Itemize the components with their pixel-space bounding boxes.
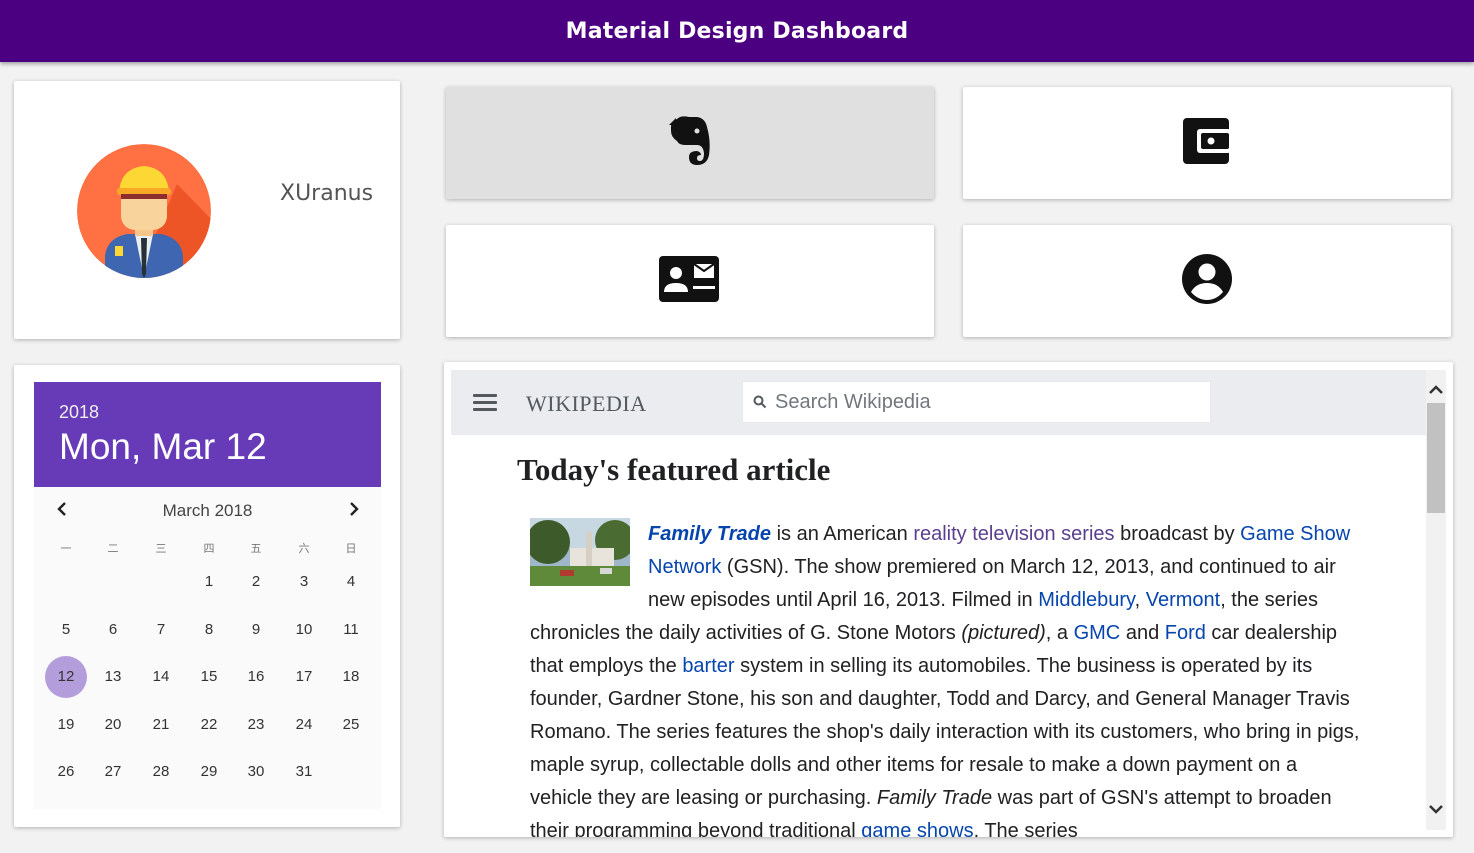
calendar-year[interactable]: 2018 [59, 402, 99, 423]
calendar-day[interactable]: 5 [45, 609, 87, 651]
search-icon [753, 395, 767, 409]
username: XUranus [280, 181, 374, 206]
calendar-day[interactable]: 8 [188, 609, 230, 651]
calendar-day[interactable]: 21 [140, 704, 182, 746]
worker-avatar-icon [77, 144, 211, 278]
text-span: , [1134, 589, 1146, 611]
app-bar: Material Design Dashboard [0, 0, 1474, 62]
text-span: broadcast by [1114, 523, 1241, 545]
calendar-day[interactable]: 29 [188, 751, 230, 793]
calendar-day-selected[interactable]: 12 [45, 656, 87, 698]
scrollbar-thumb[interactable] [1427, 403, 1445, 513]
calendar-day[interactable]: 19 [45, 704, 87, 746]
calendar-day[interactable]: 2 [235, 561, 277, 603]
wikipedia-search-box[interactable] [742, 381, 1211, 423]
app-title: Material Design Dashboard [565, 18, 909, 44]
scroll-down-button[interactable] [1427, 800, 1445, 818]
text-span: and [1120, 622, 1165, 644]
evernote-tile[interactable] [446, 87, 934, 199]
weekday-label: 五 [250, 543, 262, 555]
article-title-link[interactable]: Family Trade [648, 523, 771, 545]
calendar-day[interactable]: 10 [283, 609, 325, 651]
calendar-month-label: March 2018 [162, 501, 253, 520]
evernote-icon [667, 115, 713, 172]
calendar-day[interactable]: 27 [92, 751, 134, 793]
wallet-icon [1183, 117, 1231, 169]
link-gmc[interactable]: GMC [1074, 622, 1121, 644]
featured-article-text: Family Trade is an American reality tele… [530, 518, 1360, 837]
calendar-day[interactable]: 24 [283, 704, 325, 746]
calendar-card: 2018 Mon, Mar 12 March 2018 一二三四五六日12345… [14, 365, 400, 827]
chevron-up-icon [1429, 385, 1443, 394]
link-vermont[interactable]: Vermont [1146, 589, 1220, 611]
calendar-day[interactable]: 13 [92, 656, 134, 698]
text-span: system in selling its automobiles. The b… [530, 655, 1360, 809]
calendar-day[interactable]: 4 [330, 561, 372, 603]
profile-card: XUranus [14, 81, 400, 339]
calendar-day[interactable]: 14 [140, 656, 182, 698]
text-span: , a [1045, 622, 1074, 644]
wikipedia-logo[interactable]: WIKIPEDIA [526, 391, 647, 417]
calendar-header: 2018 Mon, Mar 12 [34, 382, 381, 487]
text-span: is an American [771, 523, 914, 545]
calendar-day[interactable]: 25 [330, 704, 372, 746]
calendar-day[interactable]: 31 [283, 751, 325, 793]
account-circle-icon [1182, 253, 1232, 309]
text-span: . The series [973, 820, 1078, 837]
calendar-day[interactable]: 20 [92, 704, 134, 746]
calendar-day[interactable]: 9 [235, 609, 277, 651]
link-middlebury[interactable]: Middlebury [1038, 589, 1134, 611]
wikipedia-search-input[interactable] [775, 390, 1205, 414]
scroll-up-button[interactable] [1427, 381, 1445, 399]
weekday-label: 一 [60, 543, 72, 555]
calendar-body: March 2018 一二三四五六日 1 2 3 4 5 6 7 8 9 10 11 12 13 14 15 1… [34, 487, 381, 809]
calendar-day[interactable]: 18 [330, 656, 372, 698]
calendar-day[interactable]: 15 [188, 656, 230, 698]
contact-mail-icon [659, 255, 721, 307]
calendar-day[interactable]: 22 [188, 704, 230, 746]
weekday-label: 六 [298, 543, 310, 555]
weekday-label: 二 [107, 543, 119, 555]
calendar-selected-date[interactable]: Mon, Mar 12 [59, 426, 267, 468]
calendar-day[interactable]: 16 [235, 656, 277, 698]
calendar-day[interactable]: 3 [283, 561, 325, 603]
calendar-day[interactable]: 26 [45, 751, 87, 793]
weekday-label: 三 [155, 543, 167, 555]
account-tile[interactable] [963, 225, 1451, 337]
wikipedia-header: WIKIPEDIA [451, 370, 1426, 435]
calendar-day[interactable]: 30 [235, 751, 277, 793]
weekday-label: 四 [203, 543, 215, 555]
calendar-day[interactable]: 6 [92, 609, 134, 651]
calendar-day[interactable]: 17 [283, 656, 325, 698]
calendar-day[interactable]: 1 [188, 561, 230, 603]
calendar-day[interactable]: 11 [330, 609, 372, 651]
wikipedia-card: WIKIPEDIA Today's featured article Famil… [444, 362, 1453, 837]
wallet-tile[interactable] [963, 87, 1451, 199]
contact-mail-tile[interactable] [446, 225, 934, 337]
calendar-day[interactable]: 28 [140, 751, 182, 793]
link-game-shows[interactable]: game shows [861, 820, 973, 837]
article-title-italic: Family Trade [876, 787, 993, 809]
chevron-down-icon [1429, 805, 1443, 814]
calendar-day[interactable]: 23 [235, 704, 277, 746]
link-barter[interactable]: barter [682, 655, 734, 677]
chevron-right-icon [350, 502, 359, 516]
weekday-label: 日 [345, 543, 357, 555]
link-reality-tv[interactable]: reality television series [913, 523, 1114, 545]
calendar-day[interactable]: 7 [140, 609, 182, 651]
link-ford[interactable]: Ford [1165, 622, 1206, 644]
next-month-button[interactable] [342, 497, 366, 521]
pictured-note: (pictured) [961, 622, 1046, 644]
menu-icon[interactable] [473, 394, 497, 412]
featured-article-heading: Today's featured article [517, 452, 831, 487]
